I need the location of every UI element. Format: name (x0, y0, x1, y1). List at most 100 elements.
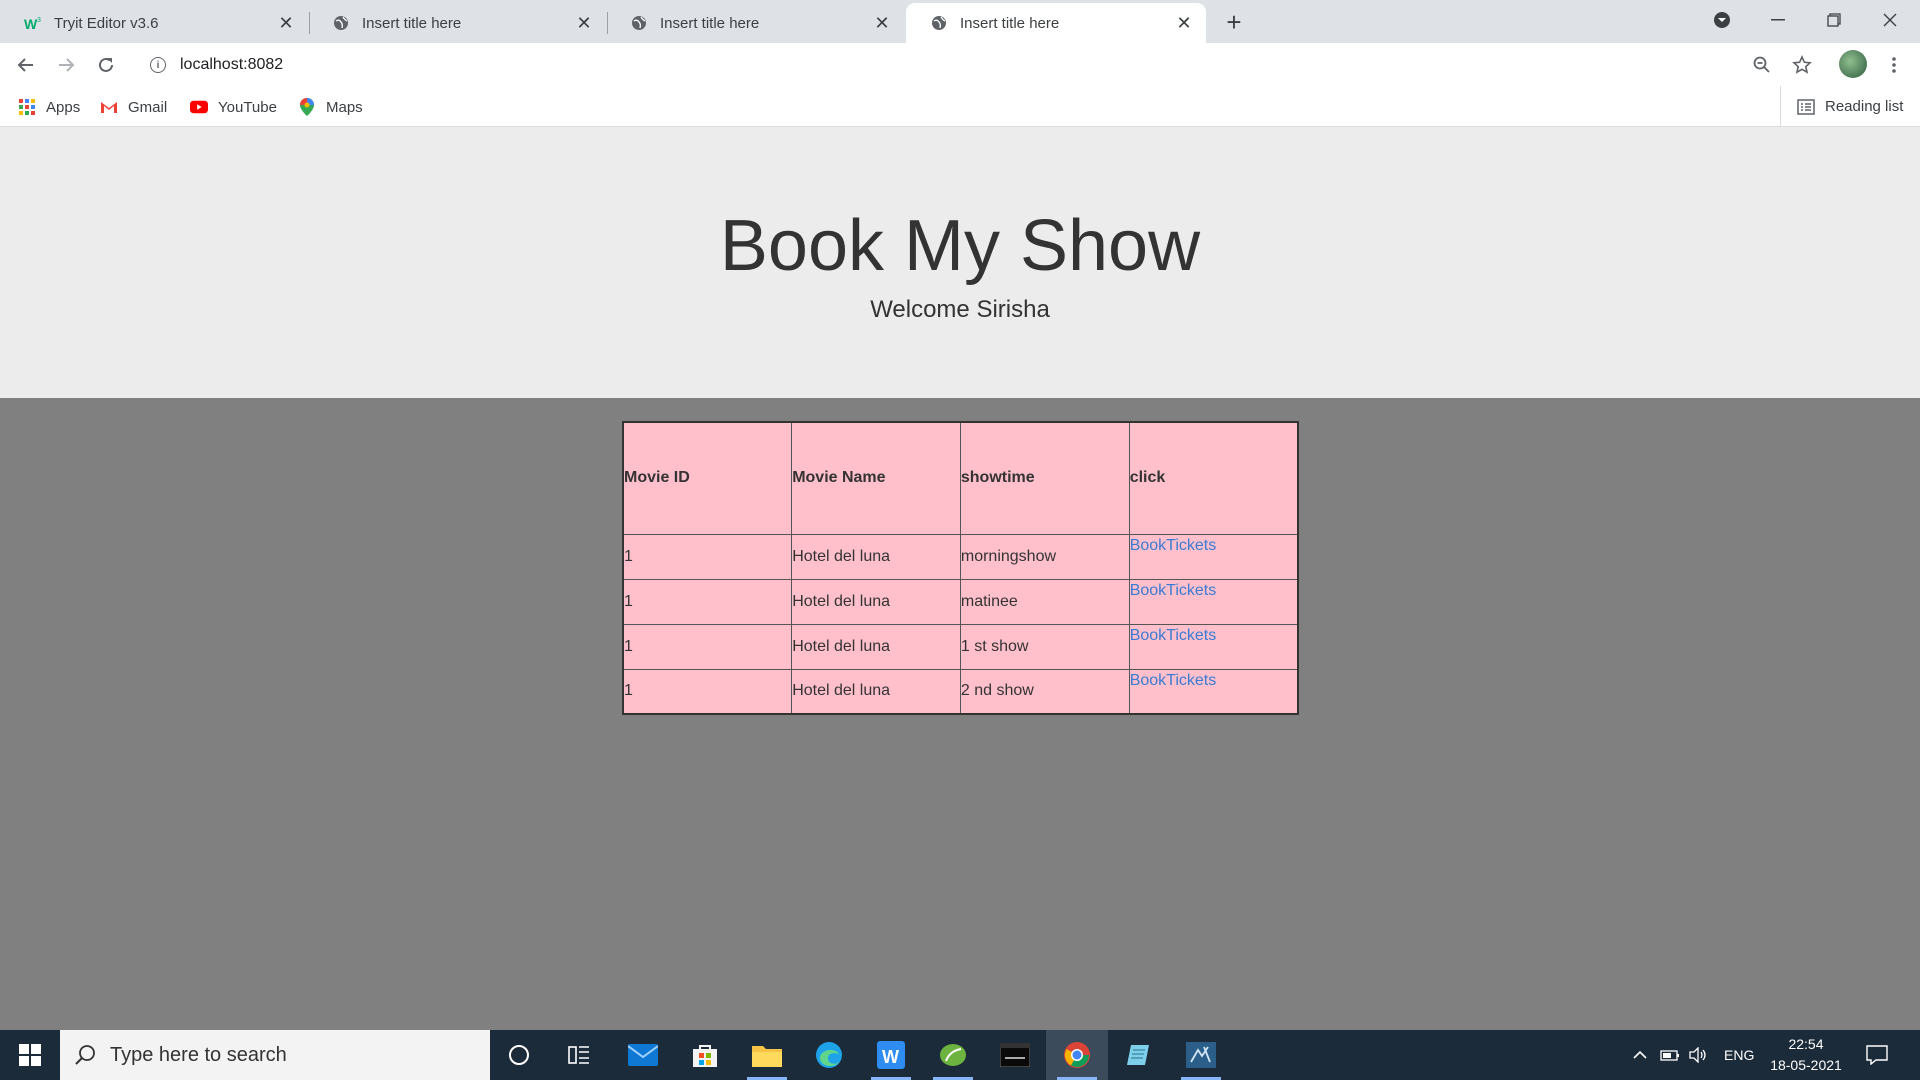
taskbar-app-spring[interactable] (922, 1030, 984, 1080)
bookmark-gmail[interactable]: Gmail (100, 96, 167, 118)
maps-pin-icon (298, 98, 316, 116)
table-row: 1 Hotel del luna 1 st show BookTickets (622, 623, 1299, 670)
search-placeholder: Type here to search (110, 1043, 287, 1066)
gmail-icon (100, 98, 118, 116)
clock-time: 22:54 (1788, 1036, 1824, 1052)
book-tickets-link[interactable]: BookTickets (1130, 537, 1217, 554)
action-cell: BookTickets (1128, 578, 1299, 625)
book-tickets-link[interactable]: BookTickets (1130, 627, 1217, 644)
new-tab-button[interactable]: + (1220, 7, 1248, 37)
notification-icon (1866, 1045, 1888, 1065)
profile-avatar[interactable] (1839, 50, 1867, 78)
folder-icon (752, 1046, 782, 1067)
bookmark-label: YouTube (218, 98, 277, 116)
column-header-showtime: showtime (959, 421, 1130, 535)
page-header: Book My Show Welcome Sirisha (0, 127, 1920, 398)
reload-button[interactable] (92, 51, 120, 79)
showtime-cell: morningshow (959, 533, 1130, 580)
tab-tryit-editor[interactable]: W3 Tryit Editor v3.6 ✕ (0, 3, 308, 43)
globe-icon (930, 14, 948, 32)
taskbar-app-chrome[interactable] (1046, 1030, 1108, 1080)
back-button[interactable] (12, 51, 40, 79)
mail-icon (628, 1044, 658, 1066)
globe-icon (332, 14, 350, 32)
spring-leaf-icon (940, 1044, 966, 1066)
cortana-button[interactable] (488, 1030, 550, 1080)
tab-insert-title-2[interactable]: Insert title here ✕ (606, 3, 904, 43)
zoom-out-icon (1753, 56, 1770, 73)
movie-id-cell: 1 (622, 668, 793, 715)
forward-button[interactable] (52, 51, 80, 79)
tab-insert-title-3-active[interactable]: Insert title here ✕ (906, 3, 1206, 43)
restore-button[interactable] (1806, 0, 1862, 40)
reading-list-icon (1797, 98, 1815, 115)
tab-title: Insert title here (660, 14, 760, 32)
action-cell: BookTickets (1128, 533, 1299, 580)
notifications-button[interactable] (1866, 1030, 1888, 1080)
book-tickets-link[interactable]: BookTickets (1130, 582, 1217, 599)
movie-name-cell: Hotel del luna (791, 533, 961, 580)
movie-id-cell: 1 (622, 623, 793, 670)
menu-button[interactable] (1880, 51, 1908, 79)
movie-name-cell: Hotel del luna (791, 623, 961, 670)
close-icon[interactable]: ✕ (872, 13, 892, 33)
clock[interactable]: 22:54 18-05-2021 (1766, 1034, 1846, 1076)
start-button[interactable] (0, 1030, 60, 1080)
task-view-icon (568, 1046, 589, 1064)
input-language[interactable]: ENG (1724, 1030, 1754, 1080)
close-icon[interactable]: ✕ (276, 13, 296, 33)
close-icon[interactable]: ✕ (574, 13, 594, 33)
show-hidden-icons-button[interactable] (1632, 1030, 1648, 1080)
volume-status[interactable] (1688, 1030, 1708, 1080)
minimize-button[interactable] (1750, 0, 1806, 40)
search-icon (74, 1044, 96, 1066)
globe-icon (630, 14, 648, 32)
battery-status[interactable] (1660, 1030, 1680, 1080)
taskbar-app-word[interactable]: W (860, 1030, 922, 1080)
bookmark-maps[interactable]: Maps (298, 96, 363, 118)
taskbar-search-box[interactable]: Type here to search (60, 1030, 490, 1080)
table-row: 1 Hotel del luna 2 nd show BookTickets (622, 668, 1299, 715)
url-text[interactable]: localhost:8082 (180, 56, 283, 74)
reload-icon (99, 57, 113, 72)
bookmark-youtube[interactable]: YouTube (190, 96, 277, 118)
youtube-icon (190, 98, 208, 116)
table-header-row: Movie ID Movie Name showtime click (622, 421, 1299, 535)
bookmarks-bar: Apps Gmail YouTube Maps (0, 86, 1920, 127)
store-bag-icon (693, 1045, 717, 1067)
taskbar-app-workbench[interactable] (1170, 1030, 1232, 1080)
zoom-button[interactable] (1748, 51, 1776, 79)
taskbar-app-store[interactable] (674, 1030, 736, 1080)
taskbar-app-file-explorer[interactable] (736, 1030, 798, 1080)
windows-taskbar: Type here to search W ENG 22:54 18-05-20… (0, 1030, 1920, 1080)
tab-insert-title-1[interactable]: Insert title here ✕ (308, 3, 606, 43)
action-cell: BookTickets (1128, 668, 1299, 715)
column-header-movie-name: Movie Name (791, 421, 961, 535)
close-window-button[interactable] (1862, 0, 1918, 40)
movie-name-cell: Hotel del luna (791, 578, 961, 625)
tab-search-button[interactable] (1694, 0, 1750, 40)
browser-toolbar: i localhost:8082 (0, 43, 1920, 86)
notepad-icon (1127, 1045, 1149, 1065)
arrow-right-icon (59, 58, 75, 72)
close-icon[interactable]: ✕ (1174, 13, 1194, 33)
taskbar-app-mail[interactable] (612, 1030, 674, 1080)
taskbar-app-edge[interactable] (798, 1030, 860, 1080)
svg-text:3: 3 (37, 17, 41, 24)
cortana-circle-icon (509, 1045, 529, 1065)
address-bar[interactable]: i localhost:8082 (136, 48, 1772, 82)
reading-list-button[interactable]: Reading list (1780, 86, 1903, 127)
bookmark-apps[interactable]: Apps (18, 96, 80, 118)
info-icon[interactable]: i (150, 57, 166, 73)
arrow-left-icon (17, 58, 33, 72)
chevron-up-icon (1633, 1050, 1647, 1059)
bookmark-star-button[interactable] (1788, 51, 1816, 79)
taskbar-app-mysql[interactable] (984, 1030, 1046, 1080)
bookmark-label: Gmail (128, 98, 168, 116)
welcome-message: Welcome Sirisha (870, 296, 1050, 323)
table-row: 1 Hotel del luna morningshow BookTickets (622, 533, 1299, 580)
task-view-button[interactable] (548, 1030, 610, 1080)
book-tickets-link[interactable]: BookTickets (1130, 672, 1217, 689)
column-header-click: click (1128, 421, 1299, 535)
taskbar-app-notepad[interactable] (1108, 1030, 1170, 1080)
